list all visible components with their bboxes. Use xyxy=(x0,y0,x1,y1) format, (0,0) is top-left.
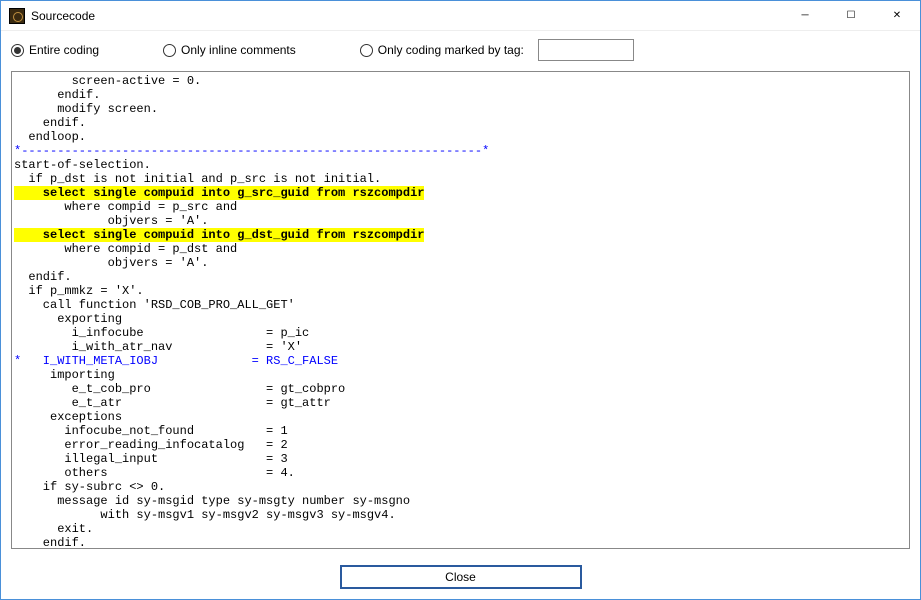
maximize-button[interactable]: ☐ xyxy=(828,1,874,31)
app-icon xyxy=(9,8,25,24)
radio-only-tag[interactable]: Only coding marked by tag: xyxy=(360,43,524,57)
window-close-button[interactable]: ✕ xyxy=(874,1,920,31)
highlighted-line: select single compuid into g_dst_guid fr… xyxy=(14,228,424,242)
close-button-label: Close xyxy=(445,570,476,584)
radio-label: Only inline comments xyxy=(181,43,296,57)
code-viewer: screen-active = 0. endif. modify screen.… xyxy=(11,71,910,549)
radio-only-inline[interactable]: Only inline comments xyxy=(163,43,296,57)
radio-label: Only coding marked by tag: xyxy=(378,43,524,57)
close-button[interactable]: Close xyxy=(340,565,582,589)
radio-entire-coding[interactable]: Entire coding xyxy=(11,43,99,57)
minimize-button[interactable]: ─ xyxy=(782,1,828,31)
filter-radio-group: Entire coding Only inline comments Only … xyxy=(1,31,920,71)
radio-icon xyxy=(163,44,176,57)
code-scroll-area[interactable]: screen-active = 0. endif. modify screen.… xyxy=(12,72,909,548)
window-title: Sourcecode xyxy=(31,9,782,23)
highlighted-line: select single compuid into g_src_guid fr… xyxy=(14,186,424,200)
tag-input[interactable] xyxy=(538,39,634,61)
titlebar: Sourcecode ─ ☐ ✕ xyxy=(1,1,920,31)
radio-icon xyxy=(11,44,24,57)
radio-label: Entire coding xyxy=(29,43,99,57)
footer: Close xyxy=(1,557,920,599)
source-code: screen-active = 0. endif. modify screen.… xyxy=(14,74,905,548)
radio-icon xyxy=(360,44,373,57)
